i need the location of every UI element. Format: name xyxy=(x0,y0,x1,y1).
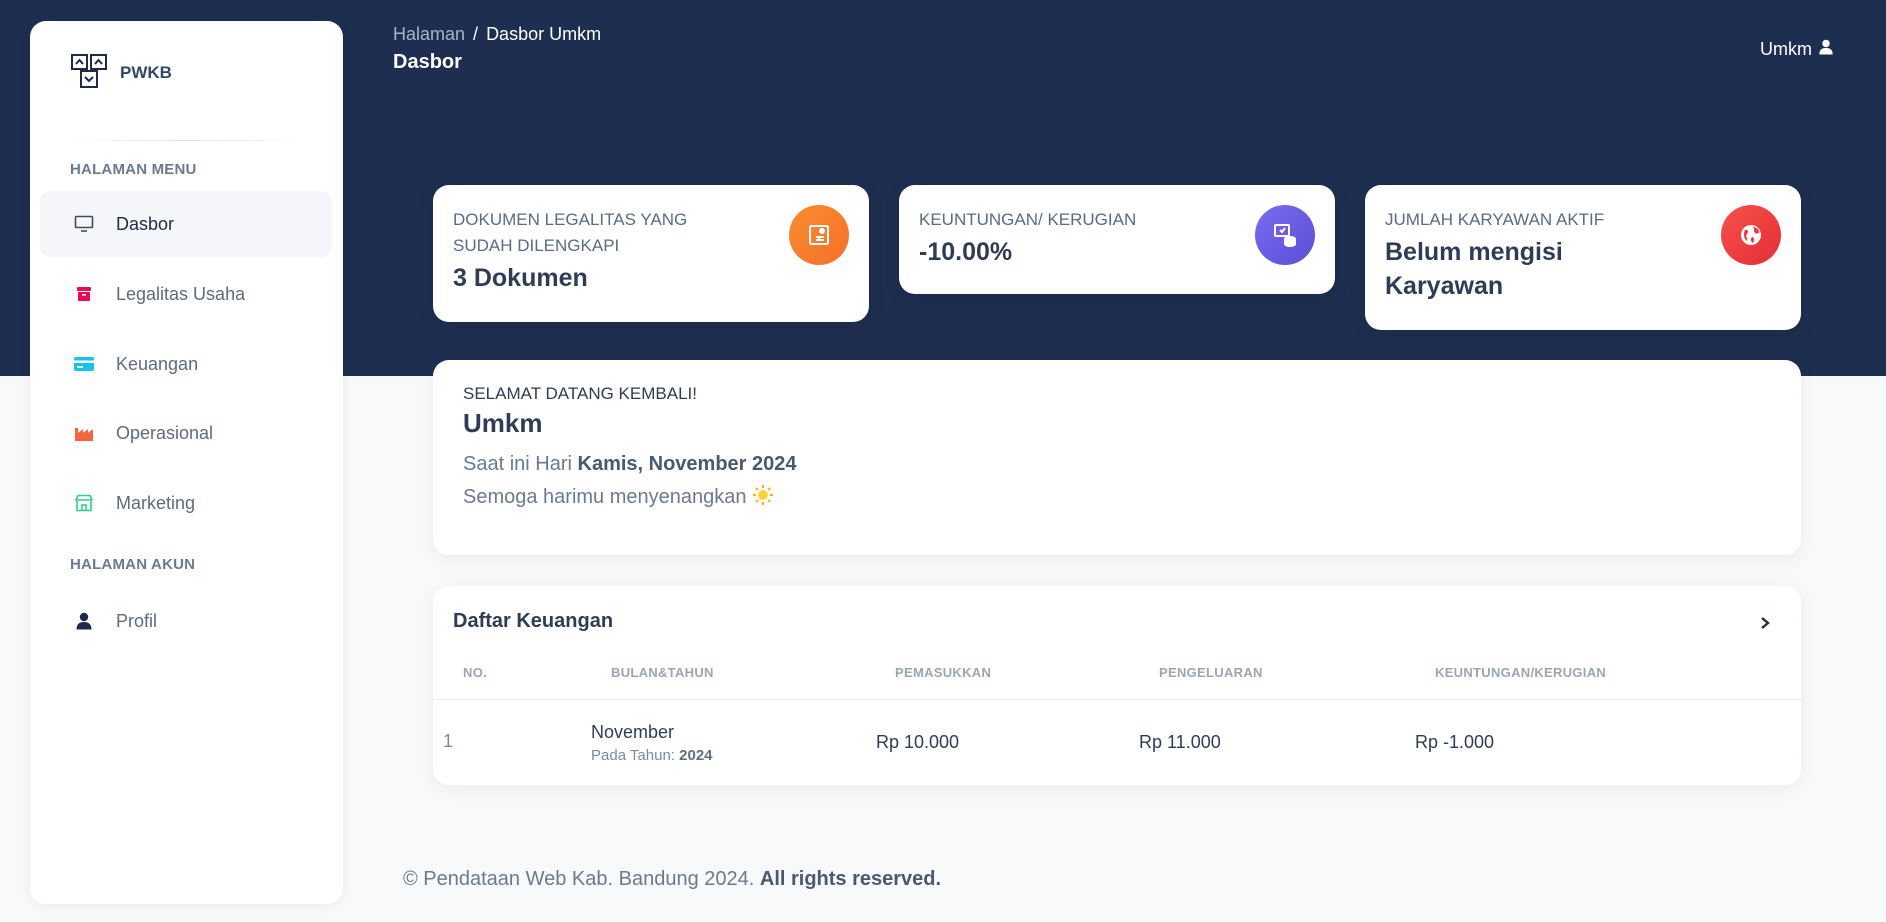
column-header-no: NO. xyxy=(463,665,488,680)
sidebar: PWKB HALAMAN MENU Dasbor Legalitas Usaha xyxy=(30,21,343,904)
column-header-pemasukkan: PEMASUKKAN xyxy=(895,665,992,680)
stat-card-profit: KEUNTUNGAN/ KERUGIAN -10.00% xyxy=(899,185,1335,294)
user-name: Umkm xyxy=(1760,39,1812,59)
sidebar-item-label: Dasbor xyxy=(116,213,175,234)
stat-card-employees: JUMLAH KARYAWAN AKTIF Belum mengisi Kary… xyxy=(1365,185,1801,330)
welcome-date-line: Saat ini Hari Kamis, November 2024 xyxy=(463,453,1771,476)
cell-month: November xyxy=(591,722,675,742)
stat-value: 3 Dokumen xyxy=(453,264,588,292)
finance-table-card: Daftar Keuangan NO. BULAN&TAHUN PEMASUKK… xyxy=(433,586,1801,785)
sidebar-item-keuangan[interactable]: Keuangan xyxy=(40,331,332,397)
section-title-account: HALAMAN AKUN xyxy=(70,556,196,573)
cell-no: 1 xyxy=(443,731,454,751)
stat-label: DOKUMEN LEGALITAS YANG SUDAH DILENGKAPI xyxy=(453,210,688,255)
stat-label: KEUNTUNGAN/ KERUGIAN xyxy=(919,210,1137,229)
sun-icon xyxy=(752,485,774,508)
user-menu[interactable]: Umkm xyxy=(1760,38,1834,61)
cell-income: Rp 10.000 xyxy=(876,732,960,752)
logo-icon xyxy=(70,52,108,95)
breadcrumb-separator: / xyxy=(473,24,479,44)
welcome-kicker: SELAMAT DATANG KEMBALI! xyxy=(463,384,697,403)
welcome-wish-line: Semoga harimu menyenangkan xyxy=(463,484,1771,509)
column-header-keuntungan-kerugian: KEUNTUNGAN/KERUGIAN xyxy=(1435,665,1607,680)
finance-title: Daftar Keuangan xyxy=(453,610,614,632)
sidebar-item-label: Operasional xyxy=(116,422,214,443)
breadcrumb-link-halaman[interactable]: Halaman xyxy=(393,24,465,45)
sidebar-item-label: Profil xyxy=(116,610,158,631)
welcome-wish: Semoga harimu menyenangkan xyxy=(463,486,747,508)
sidebar-item-dasbor[interactable]: Dasbor xyxy=(40,191,332,257)
factory-icon xyxy=(60,424,108,442)
sidebar-item-label: Legalitas Usaha xyxy=(116,283,246,304)
cell-year-value: 2024 xyxy=(679,747,713,764)
store-icon xyxy=(60,494,108,512)
welcome-date-prefix: Saat ini Hari xyxy=(463,453,578,475)
credit-card-icon xyxy=(60,356,108,372)
brand-divider xyxy=(66,140,307,141)
brand-name: PWKB xyxy=(120,63,172,82)
welcome-date-value: Kamis, November 2024 xyxy=(577,453,797,475)
welcome-user-name: Umkm xyxy=(463,408,543,438)
document-icon xyxy=(789,205,849,265)
globe-icon xyxy=(1721,205,1781,265)
stat-value: Belum mengisi Karyawan xyxy=(1385,238,1563,300)
welcome-card: SELAMAT DATANG KEMBALI! Umkm Saat ini Ha… xyxy=(433,360,1801,555)
footer-text: © Pendataan Web Kab. Bandung 2024. xyxy=(403,868,760,890)
cell-profit: Rp -1.000 xyxy=(1415,732,1495,752)
footer: © Pendataan Web Kab. Bandung 2024. All r… xyxy=(403,868,941,891)
stat-label: JUMLAH KARYAWAN AKTIF xyxy=(1385,210,1605,229)
cell-year: Pada Tahun: 2024 xyxy=(591,747,713,764)
breadcrumb: Halaman / Dasbor Umkm xyxy=(393,24,601,45)
page-title: Dasbor xyxy=(393,51,462,73)
breadcrumb-current: Dasbor Umkm xyxy=(486,24,602,44)
sidebar-item-operasional[interactable]: Operasional xyxy=(40,400,332,466)
user-icon xyxy=(1818,38,1834,61)
column-header-pengeluaran: PENGELUARAN xyxy=(1159,665,1263,680)
brand[interactable]: PWKB xyxy=(70,51,172,95)
sidebar-item-label: Marketing xyxy=(116,492,196,513)
table-header-divider xyxy=(433,699,1801,700)
sidebar-item-marketing[interactable]: Marketing xyxy=(40,470,332,536)
cell-year-label: Pada Tahun: xyxy=(591,747,680,764)
sidebar-item-profil[interactable]: Profil xyxy=(40,588,332,654)
chevron-right-icon[interactable] xyxy=(1759,616,1771,635)
section-title-menu: HALAMAN MENU xyxy=(70,161,197,178)
stat-card-documents: DOKUMEN LEGALITAS YANG SUDAH DILENGKAPI … xyxy=(433,185,869,322)
cell-expense: Rp 11.000 xyxy=(1139,732,1221,752)
sidebar-item-legalitas-usaha[interactable]: Legalitas Usaha xyxy=(40,261,332,327)
coins-icon xyxy=(1255,205,1315,265)
sidebar-item-label: Keuangan xyxy=(116,353,199,374)
archive-icon xyxy=(60,285,108,303)
monitor-icon xyxy=(60,215,108,233)
footer-rights: All rights reserved. xyxy=(759,868,942,890)
user-icon xyxy=(60,612,108,630)
column-header-bulan-tahun: BULAN&TAHUN xyxy=(611,665,714,680)
